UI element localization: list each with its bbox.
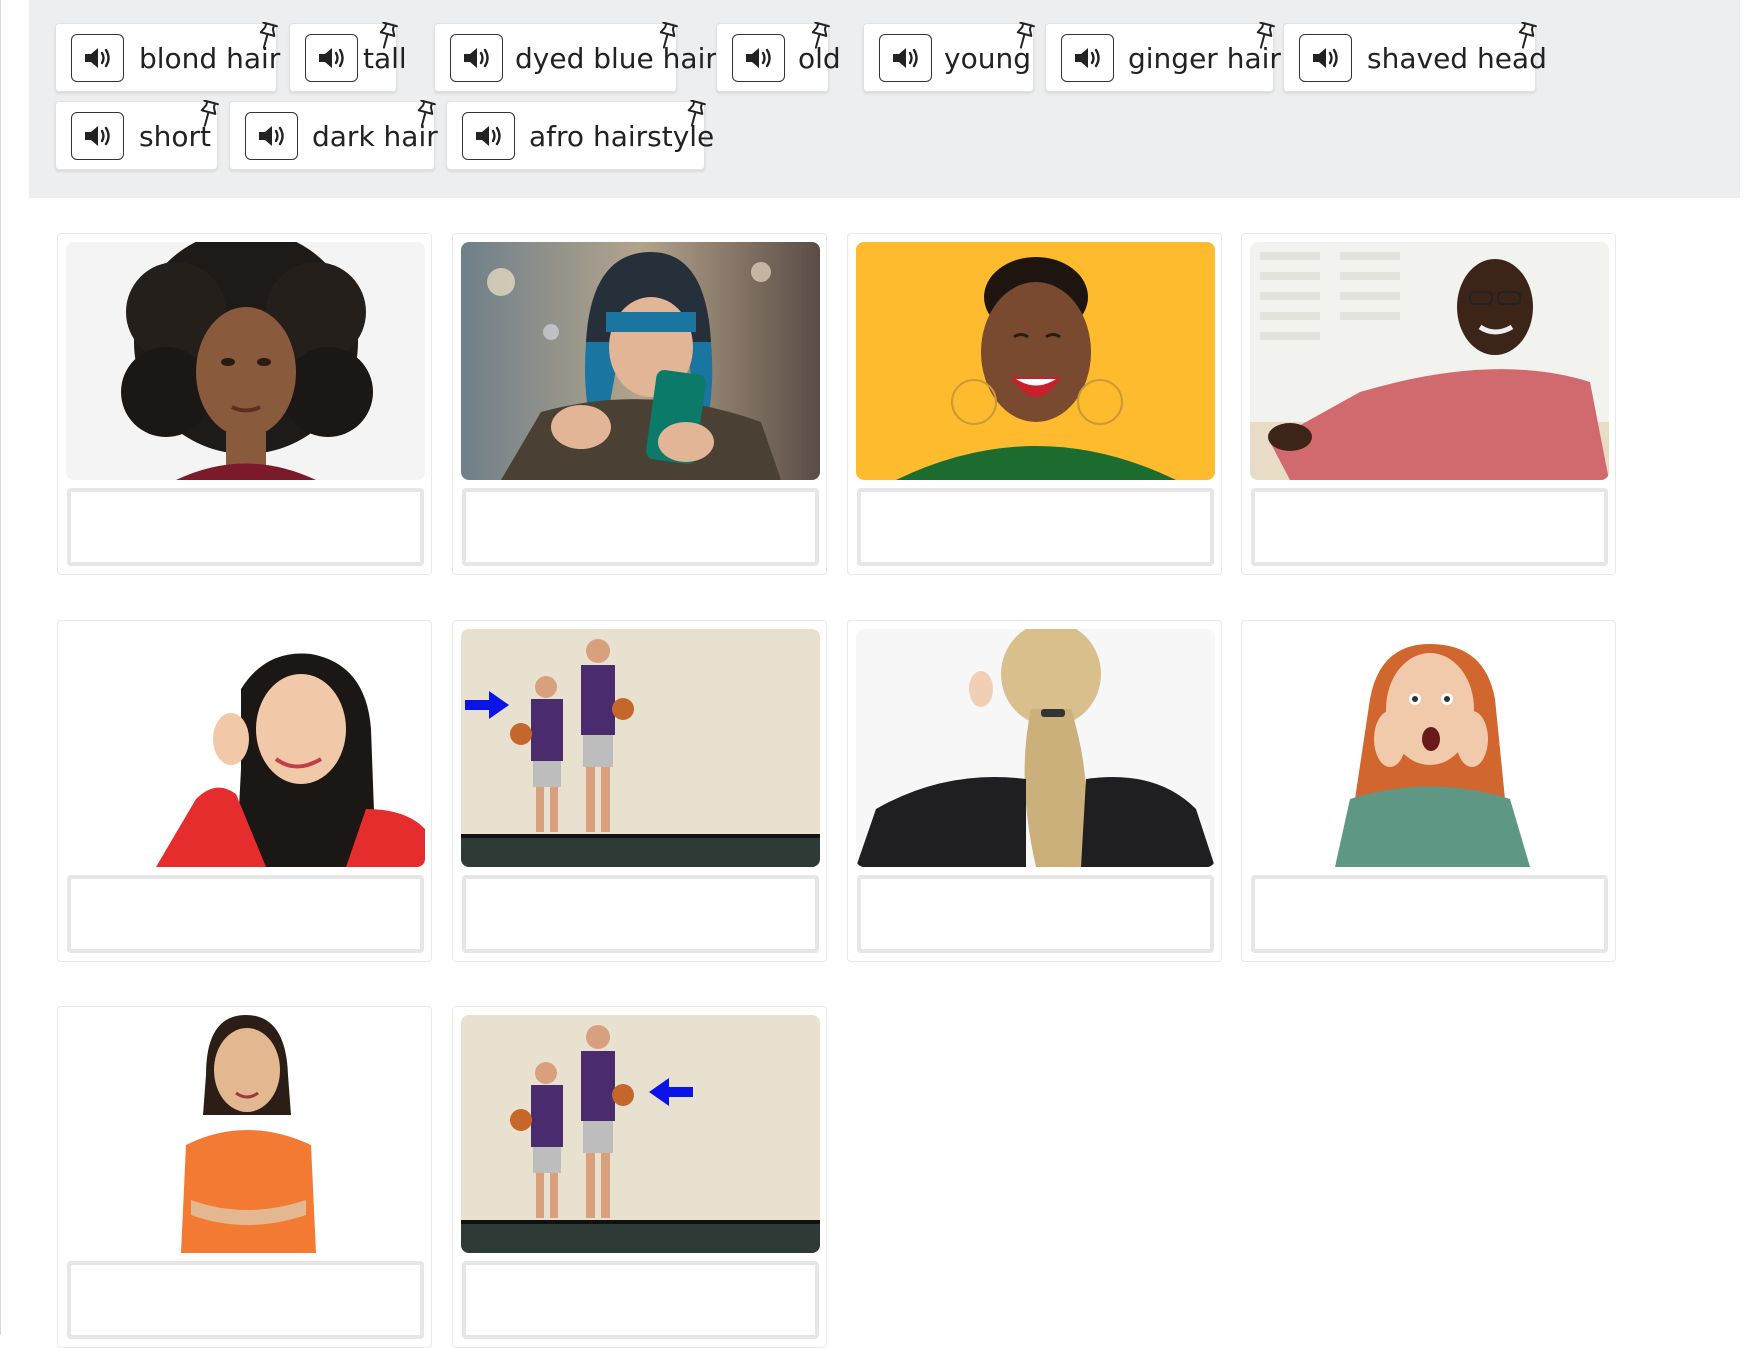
play-audio-button[interactable] [1061,34,1114,82]
basketball-players-arrow-tall-photo [461,1015,820,1253]
word-chip[interactable]: dyed blue hair [434,22,717,92]
drag-pin-icon[interactable] [684,100,706,128]
play-audio-button[interactable] [462,112,515,160]
drag-pin-icon[interactable] [1253,22,1275,50]
speaker-icon [1312,48,1338,68]
drag-pin-icon[interactable] [1013,22,1035,50]
speaker-icon [745,48,771,68]
word-chip[interactable]: shaved head [1283,22,1547,92]
play-audio-button[interactable] [450,34,503,82]
word-chip[interactable]: old [716,22,841,92]
answer-drop-zone[interactable] [67,488,424,566]
speaker-icon [318,48,344,68]
drag-pin-icon[interactable] [376,22,398,50]
basketball-players-arrow-short-photo [461,629,820,867]
picture-card [847,233,1222,575]
speaker-icon [475,126,501,146]
woman-blue-hair-phone-photo [461,242,820,480]
speaker-icon [463,48,489,68]
answer-drop-zone[interactable] [462,488,819,566]
word-chip[interactable]: short [55,100,219,170]
speaker-icon [84,126,110,146]
answer-drop-zone[interactable] [462,1261,819,1339]
word-chip[interactable]: afro hairstyle [446,100,714,170]
picture-card [57,233,432,575]
play-audio-button[interactable] [71,34,124,82]
picture-card [57,1006,432,1348]
drag-pin-icon[interactable] [197,100,219,128]
answer-drop-zone[interactable] [462,875,819,953]
play-audio-button[interactable] [732,34,785,82]
word-chip-label: dyed blue hair [515,42,717,75]
ginger-woman-shocked-photo [1250,629,1609,867]
answer-drop-zone[interactable] [857,875,1214,953]
play-audio-button[interactable] [245,112,298,160]
speaker-icon [258,126,284,146]
old-man-glasses-sofa-photo [1250,242,1609,480]
woman-dark-hair-listening-photo [66,629,425,867]
play-audio-button[interactable] [1299,34,1352,82]
play-audio-button[interactable] [879,34,932,82]
answer-drop-zone[interactable] [1251,488,1608,566]
speaker-icon [84,48,110,68]
word-chip[interactable]: tall [289,22,407,92]
drag-pin-icon[interactable] [1515,22,1537,50]
picture-card [57,620,432,962]
young-girl-orange-shirt-photo [66,1015,425,1253]
picture-card [1241,233,1616,575]
word-chip[interactable]: blond hair [55,22,280,92]
play-audio-button[interactable] [305,34,358,82]
answer-drop-zone[interactable] [67,875,424,953]
picture-card [847,620,1222,962]
picture-card [452,233,827,575]
woman-shaved-head-laughing-photo [856,242,1215,480]
picture-card [452,620,827,962]
blond-ponytail-back-photo [856,629,1215,867]
speaker-icon [1074,48,1100,68]
drag-pin-icon[interactable] [256,22,278,50]
picture-card [452,1006,827,1348]
word-chip[interactable]: ginger hair [1045,22,1281,92]
answer-drop-zone[interactable] [857,488,1214,566]
drag-pin-icon[interactable] [808,22,830,50]
answer-drop-zone[interactable] [67,1261,424,1339]
drag-pin-icon[interactable] [414,100,436,128]
play-audio-button[interactable] [71,112,124,160]
word-chip[interactable]: young [863,22,1035,92]
word-bank: blond hair tall dyed blue hair old young… [29,0,1740,198]
woman-afro-photo [66,242,425,480]
answer-drop-zone[interactable] [1251,875,1608,953]
speaker-icon [892,48,918,68]
word-chip[interactable]: dark hair [229,100,438,170]
picture-card [1241,620,1616,962]
drag-pin-icon[interactable] [656,22,678,50]
page-left-border [0,0,1,1335]
